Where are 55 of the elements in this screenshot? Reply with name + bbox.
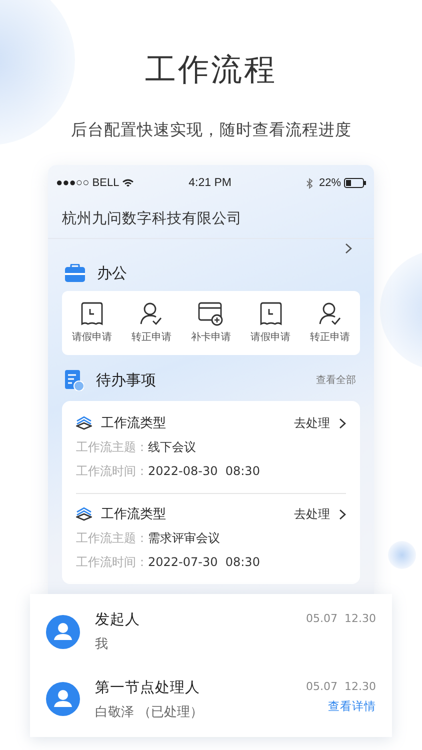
toolbox-icon — [65, 264, 85, 282]
shortcut-label: 转正申请 — [131, 330, 172, 344]
chevron-right-icon — [339, 418, 346, 428]
field-label: 工作流主题： — [76, 530, 148, 546]
workflow-type: 工作流类型 — [101, 506, 166, 523]
page-title: 工作流程 — [145, 51, 277, 90]
field-label: 工作流时间： — [76, 462, 148, 480]
field-value: 2022-08-30 08:30 — [148, 464, 260, 478]
layers-icon — [76, 507, 92, 521]
field-value: 需求评审会议 — [148, 530, 220, 546]
section-title: 待办事项 — [96, 370, 156, 390]
field-label: 工作流主题： — [76, 438, 148, 456]
chevron-right-icon[interactable] — [345, 243, 352, 254]
approver-name: 我 — [95, 636, 109, 654]
shortcut-label: 补卡申请 — [190, 330, 231, 344]
shortcut-label: 转正申请 — [310, 330, 350, 344]
battery-percent: 22% — [318, 177, 341, 189]
process-link[interactable]: 去处理 — [294, 506, 330, 522]
page-subtitle: 后台配置快速实现，随时查看流程进度 — [70, 119, 352, 141]
chevron-right-icon — [339, 508, 346, 520]
document-icon — [65, 370, 84, 390]
approval-time: 05.07 12.30 — [306, 612, 376, 626]
avatar-icon — [46, 614, 80, 649]
clock-document-icon — [260, 302, 282, 326]
view-all-link[interactable]: 查看全部 — [316, 373, 356, 387]
field-label: 工作流时间： — [76, 554, 148, 570]
shortcut-item[interactable]: 转正申请 — [131, 302, 172, 344]
person-check-icon — [140, 302, 162, 326]
status-time: 4:21 PM — [188, 177, 232, 189]
battery-icon — [344, 178, 366, 188]
section-title: 办公 — [97, 264, 127, 282]
approver-role: 发起人 — [95, 611, 140, 630]
avatar-icon — [46, 682, 80, 716]
field-value: 2022-07-30 08:30 — [148, 555, 260, 569]
shortcut-label: 请假申请 — [72, 330, 112, 344]
wifi-icon — [122, 178, 134, 188]
approval-time: 05.07 12.30 — [306, 680, 376, 693]
shortcut-item[interactable]: 补卡申请 — [190, 302, 231, 344]
field-value: 线下会议 — [148, 438, 196, 456]
shortcut-label: 请假申请 — [250, 330, 291, 344]
carrier-text: ●●●○○ BELL — [56, 177, 120, 189]
card-add-icon — [198, 302, 224, 326]
shortcut-item[interactable]: 请假申请 — [72, 302, 112, 344]
clock-document-icon — [80, 302, 103, 326]
layers-icon — [76, 416, 92, 430]
process-link[interactable]: 去处理 — [294, 414, 330, 432]
company-name: 杭州九问数字科技有限公司 — [48, 201, 374, 239]
shortcut-item[interactable]: 转正申请 — [310, 302, 350, 344]
bluetooth-icon — [306, 178, 313, 188]
approver-name: 白敬泽 （已处理） — [95, 704, 204, 721]
shortcut-item[interactable]: 请假申请 — [250, 302, 291, 344]
approver-role: 第一节点处理人 — [95, 678, 201, 697]
person-check-icon — [319, 302, 342, 326]
workflow-type: 工作流类型 — [101, 415, 166, 432]
view-details-link[interactable]: 查看详情 — [328, 698, 376, 714]
